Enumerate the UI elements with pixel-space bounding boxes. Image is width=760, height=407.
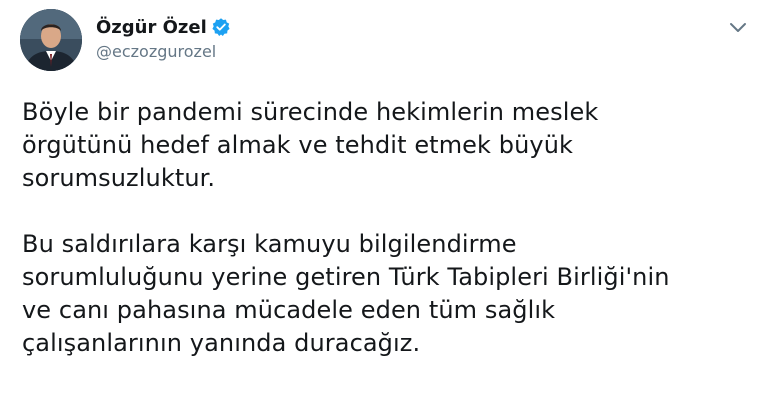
tweet-line: çalışanlarının yanında duracağız. bbox=[22, 329, 421, 357]
display-name[interactable]: Özgür Özel bbox=[96, 17, 207, 38]
avatar[interactable] bbox=[20, 9, 82, 71]
tweet-line: ve canı pahasına mücadele eden tüm sağlı… bbox=[22, 296, 556, 324]
author-handle[interactable]: @eczozgurozel bbox=[96, 42, 216, 61]
tweet-line: Böyle bir pandemi sürecinde hekimlerin m… bbox=[22, 98, 599, 126]
author-name-row: Özgür Özel bbox=[96, 14, 231, 40]
tweet-text: Böyle bir pandemi sürecinde hekimlerin m… bbox=[22, 96, 742, 360]
tweet-line: sorumsuzluktur. bbox=[22, 164, 216, 192]
chevron-down-icon[interactable] bbox=[728, 20, 748, 34]
tweet-card: Özgür Özel @eczozgurozel Böyle bir pande… bbox=[0, 0, 760, 407]
tweet-line: Bu saldırılara karşı kamuyu bilgilendirm… bbox=[22, 230, 517, 258]
avatar-photo bbox=[20, 9, 82, 71]
verified-badge-icon bbox=[211, 17, 231, 37]
tweet-line: sorumluluğunu yerine getiren Türk Tabipl… bbox=[22, 263, 670, 291]
tweet-line: örgütünü hedef almak ve tehdit etmek büy… bbox=[22, 131, 574, 159]
